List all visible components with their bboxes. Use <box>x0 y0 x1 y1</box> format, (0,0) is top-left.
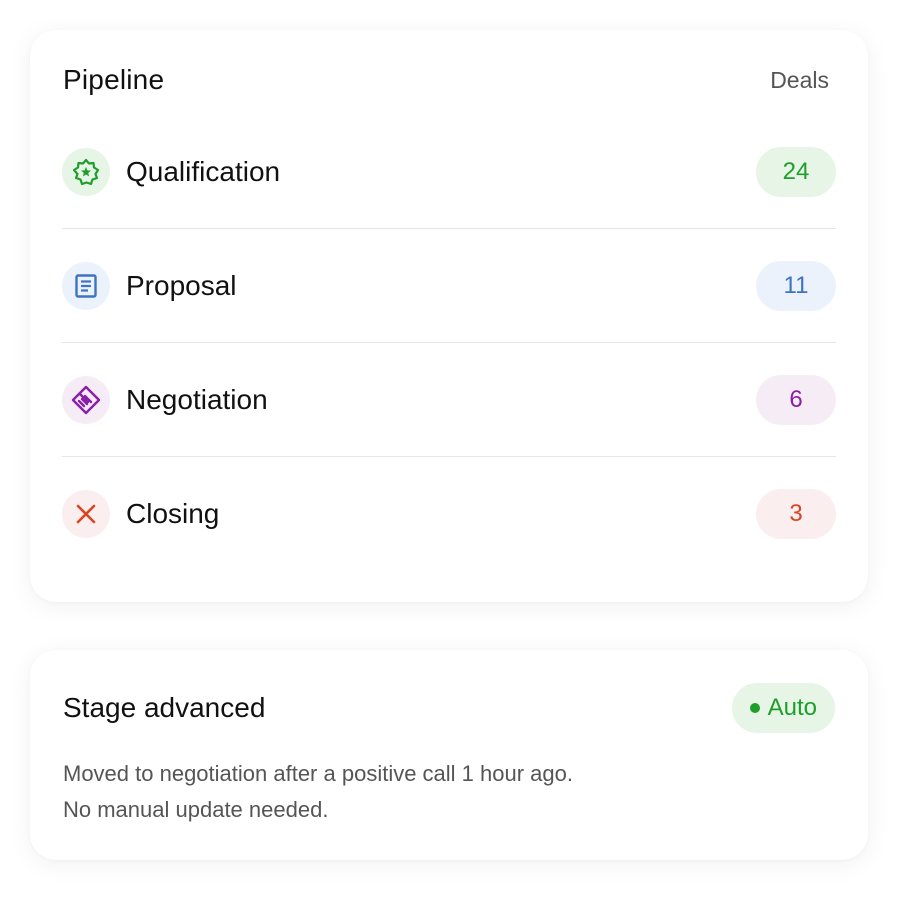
closing-icon-badge <box>62 490 110 538</box>
pipeline-card: Pipeline Deals Qualification 24 Proposal… <box>30 30 868 602</box>
document-icon <box>75 273 97 298</box>
description-line-1: Moved to negotiation after a positive ca… <box>63 761 573 786</box>
status-dot-icon <box>749 703 760 713</box>
stage-label: Proposal <box>126 269 237 301</box>
description-line-2: No manual update needed. <box>63 797 329 822</box>
stage-advanced-title: Stage advanced <box>63 692 266 723</box>
pipeline-title: Pipeline <box>63 64 165 95</box>
stage-count-badge: 6 <box>756 374 836 425</box>
stage-label: Negotiation <box>126 383 268 415</box>
close-x-icon <box>76 504 96 524</box>
negotiation-icon-badge <box>62 375 110 424</box>
stage-row-qualification[interactable]: Qualification 24 <box>62 115 836 229</box>
stage-advanced-description: Moved to negotiation after a positive ca… <box>63 756 835 828</box>
badge-star-icon <box>72 158 100 185</box>
stage-row-proposal[interactable]: Proposal 11 <box>62 229 836 343</box>
auto-badge: Auto <box>731 683 835 733</box>
handshake-icon <box>71 385 101 414</box>
stage-label: Closing <box>126 498 220 529</box>
stage-list: Qualification 24 Proposal 11 Negotiation… <box>62 115 836 571</box>
stage-count-badge: 24 <box>756 146 836 197</box>
auto-badge-label: Auto <box>767 694 817 721</box>
proposal-icon-badge <box>62 261 110 310</box>
stage-count-badge: 11 <box>756 260 836 311</box>
stage-label: Qualification <box>126 155 281 187</box>
stage-advanced-header: Stage advanced Auto <box>63 683 835 733</box>
stage-advanced-card: Stage advanced Auto Moved to negotiation… <box>30 650 868 860</box>
qualification-icon-badge <box>62 147 110 196</box>
pipeline-header: Pipeline Deals <box>63 64 829 96</box>
pipeline-subtitle: Deals <box>770 66 829 93</box>
stage-row-negotiation[interactable]: Negotiation 6 <box>62 343 836 457</box>
stage-row-closing[interactable]: Closing 3 <box>62 457 836 571</box>
stage-count-badge: 3 <box>756 489 836 539</box>
